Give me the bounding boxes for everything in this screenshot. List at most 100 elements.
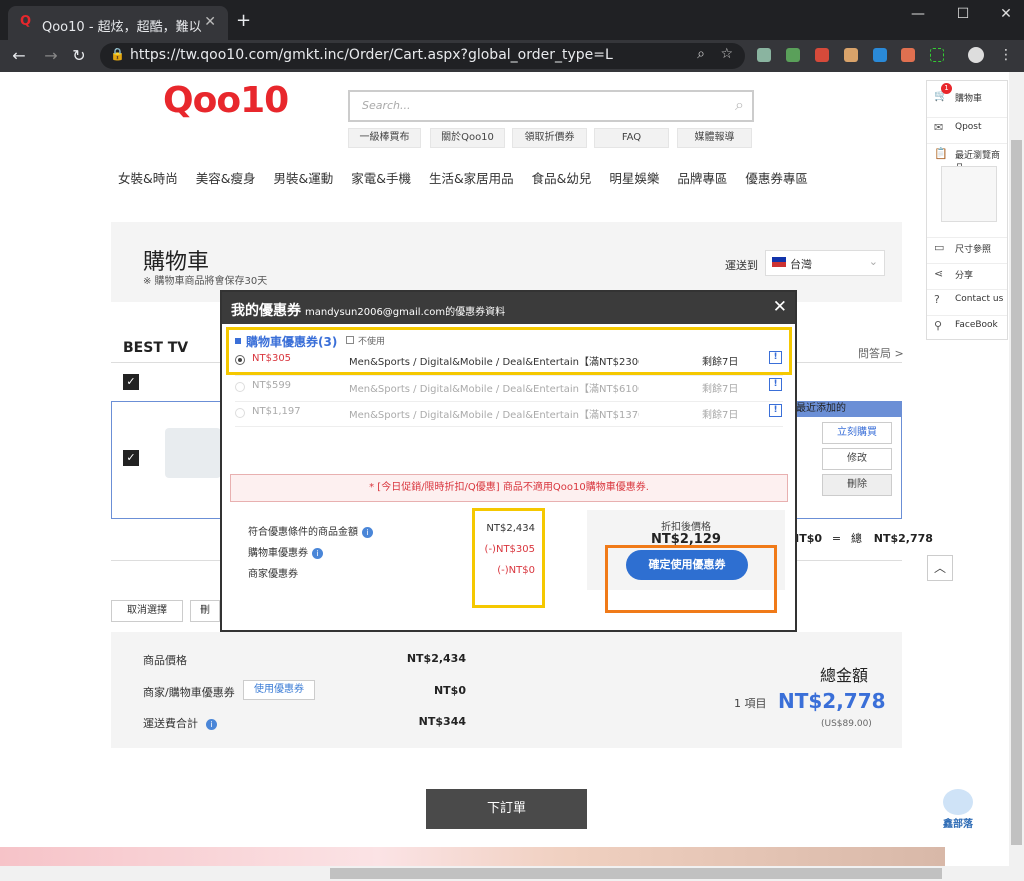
category-nav: 女裝&時尚 美容&瘦身 男裝&運動 家電&手機 生活&家居用品 食品&幼兒 明星… bbox=[118, 168, 822, 187]
coupon-info-icon[interactable]: ! bbox=[769, 378, 782, 391]
location-pin-icon: ⚲ bbox=[934, 319, 943, 332]
coupon-radio[interactable] bbox=[235, 408, 245, 418]
coupon-remaining: 剩餘7日 bbox=[702, 410, 739, 421]
clipboard-icon: 📋 bbox=[934, 147, 948, 160]
info-icon[interactable]: i bbox=[206, 719, 217, 730]
coupon-row[interactable]: NT$599 Men&Sports / Digital&Mobile / Dea… bbox=[235, 375, 783, 399]
tab-title: Qoo10 - 超炫，超酷，難以置信的 bbox=[42, 20, 202, 35]
quick-link[interactable]: 媒體報導 bbox=[677, 128, 752, 148]
category-link[interactable]: 優惠券專區 bbox=[745, 171, 808, 186]
coupon-radio[interactable] bbox=[235, 382, 245, 392]
qoo10-logo[interactable]: Qoo10 bbox=[163, 80, 289, 121]
menu-kebab-icon[interactable]: ⋮ bbox=[999, 47, 1013, 63]
quick-link[interactable]: FAQ bbox=[594, 128, 669, 148]
sidebar-contact[interactable]: ? Contact us bbox=[927, 289, 1007, 306]
reload-icon[interactable]: ↻ bbox=[68, 46, 90, 65]
search-icon[interactable]: ⌕ bbox=[735, 95, 744, 115]
item-checkbox[interactable]: ✓ bbox=[123, 450, 139, 466]
info-icon[interactable]: i bbox=[312, 548, 323, 559]
extension-icon[interactable] bbox=[901, 48, 915, 62]
sidebar-contact-label: Contact us bbox=[955, 294, 1004, 304]
product-thumbnail[interactable] bbox=[165, 428, 221, 478]
coupon-label: 商家/購物車優惠券 bbox=[143, 686, 235, 699]
sidebar-qpost-label: Qpost bbox=[955, 122, 982, 132]
category-link[interactable]: 品牌專區 bbox=[677, 171, 727, 186]
question-icon: ? bbox=[934, 293, 940, 306]
modal-close-icon[interactable]: ✕ bbox=[773, 297, 787, 317]
sidebar-qpost[interactable]: ✉ Qpost bbox=[927, 117, 1007, 134]
browser-tab[interactable]: Q Qoo10 - 超炫，超酷，難以置信的 ✕ bbox=[8, 6, 228, 40]
mail-icon: ✉ bbox=[934, 121, 944, 134]
quick-link[interactable]: 領取折價券 bbox=[512, 128, 587, 148]
cart-coupon-text: 購物車優惠券 bbox=[248, 548, 308, 559]
seller-name[interactable]: BEST TV bbox=[123, 340, 188, 356]
coupon-amount: NT$1,197 bbox=[252, 406, 301, 417]
category-link[interactable]: 明星娛樂 bbox=[609, 171, 659, 186]
coupon-info-icon[interactable]: ! bbox=[769, 404, 782, 417]
maximize-icon[interactable]: ☐ bbox=[948, 6, 978, 22]
extension-icon[interactable] bbox=[930, 48, 944, 62]
category-link[interactable]: 食品&幼兒 bbox=[532, 171, 592, 186]
recent-product-thumbnail[interactable] bbox=[941, 166, 997, 222]
item-price-value: NT$2,434 bbox=[406, 652, 466, 665]
sidebar-share[interactable]: ⋖ 分享 bbox=[927, 263, 1007, 281]
tab-close-icon[interactable]: ✕ bbox=[204, 14, 216, 30]
quick-link[interactable]: 關於Qoo10 bbox=[430, 128, 505, 148]
watermark-text: 鑫部落 bbox=[943, 819, 973, 830]
forward-icon[interactable]: → bbox=[40, 46, 62, 65]
delete-selected-button[interactable]: 刪 bbox=[190, 600, 220, 622]
scroll-top-icon[interactable]: ︿ bbox=[927, 555, 953, 581]
minimize-icon[interactable]: — bbox=[903, 6, 933, 22]
category-link[interactable]: 男裝&運動 bbox=[273, 171, 333, 186]
place-order-button[interactable]: 下訂單 bbox=[426, 789, 587, 829]
ship-to-select[interactable]: 台灣 ⌄ bbox=[765, 250, 885, 276]
select-all-checkbox[interactable]: ✓ bbox=[123, 374, 139, 390]
ruler-icon: ▭ bbox=[934, 241, 945, 254]
buy-now-button[interactable]: 立刻購買 bbox=[822, 422, 892, 444]
edit-button[interactable]: 修改 bbox=[822, 448, 892, 470]
category-link[interactable]: 美容&瘦身 bbox=[196, 171, 256, 186]
delete-button[interactable]: 刪除 bbox=[822, 474, 892, 496]
shipping-total-label: 運送費合計 i bbox=[143, 715, 217, 731]
url-text: https://tw.qoo10.com/gmkt.inc/Order/Cart… bbox=[130, 47, 613, 63]
total-item-count: 1 項目 bbox=[734, 697, 767, 710]
category-link[interactable]: 生活&家居用品 bbox=[429, 171, 514, 186]
shipping-total-text: 運送費合計 bbox=[143, 717, 198, 730]
coupon-row[interactable]: NT$1,197 Men&Sports / Digital&Mobile / D… bbox=[235, 401, 783, 427]
highlight-box-yellow bbox=[472, 508, 545, 608]
extension-icon[interactable] bbox=[786, 48, 800, 62]
qa-link[interactable]: 問答局 > bbox=[858, 345, 904, 361]
quick-link[interactable]: 一級棒買布 bbox=[348, 128, 421, 148]
extension-icon[interactable] bbox=[844, 48, 858, 62]
bookmark-star-icon[interactable]: ☆ bbox=[720, 46, 733, 62]
address-bar[interactable]: 🔒 https://tw.qoo10.com/gmkt.inc/Order/Ca… bbox=[100, 43, 745, 69]
new-tab-button[interactable]: + bbox=[236, 10, 251, 31]
coupon-value: NT$0 bbox=[433, 684, 466, 697]
cart-coupon-label: 購物車優惠券 i bbox=[248, 544, 323, 559]
sidebar-facebook-label: FaceBook bbox=[955, 320, 998, 330]
extension-icon[interactable] bbox=[815, 48, 829, 62]
sidebar-cart[interactable]: 🛒 購物車 bbox=[927, 89, 1007, 104]
info-icon[interactable]: i bbox=[362, 527, 373, 538]
window-close-icon[interactable]: ✕ bbox=[991, 6, 1021, 22]
extension-icon[interactable] bbox=[757, 48, 771, 62]
sidebar-facebook[interactable]: ⚲ FaceBook bbox=[927, 315, 1007, 332]
search-input[interactable]: Search... ⌕ bbox=[348, 90, 754, 122]
modal-subtitle: mandysun2006@gmail.com的優惠券資料 bbox=[305, 307, 506, 318]
zoom-icon[interactable]: ⌕ bbox=[697, 46, 705, 62]
sidebar-size[interactable]: ▭ 尺寸參照 bbox=[927, 237, 1007, 255]
extension-icon[interactable] bbox=[873, 48, 887, 62]
vertical-scroll-thumb[interactable] bbox=[1011, 140, 1022, 845]
ship-to-value: 台灣 bbox=[790, 258, 812, 271]
category-link[interactable]: 女裝&時尚 bbox=[118, 171, 178, 186]
horizontal-scroll-thumb[interactable] bbox=[330, 868, 942, 879]
sidebar-share-label: 分享 bbox=[955, 271, 974, 281]
use-coupon-button[interactable]: 使用優惠券 bbox=[243, 680, 315, 700]
eligible-amount-label: 符合優惠條件的商品金額 i bbox=[248, 523, 373, 538]
cancel-select-button[interactable]: 取消選擇 bbox=[111, 600, 183, 622]
category-link[interactable]: 家電&手機 bbox=[351, 171, 411, 186]
search-placeholder: Search... bbox=[362, 99, 411, 112]
browser-tab-bar: Q Qoo10 - 超炫，超酷，難以置信的 ✕ + — ☐ ✕ bbox=[0, 0, 1024, 40]
back-icon[interactable]: ← bbox=[8, 46, 30, 65]
profile-avatar-icon[interactable] bbox=[968, 47, 984, 63]
